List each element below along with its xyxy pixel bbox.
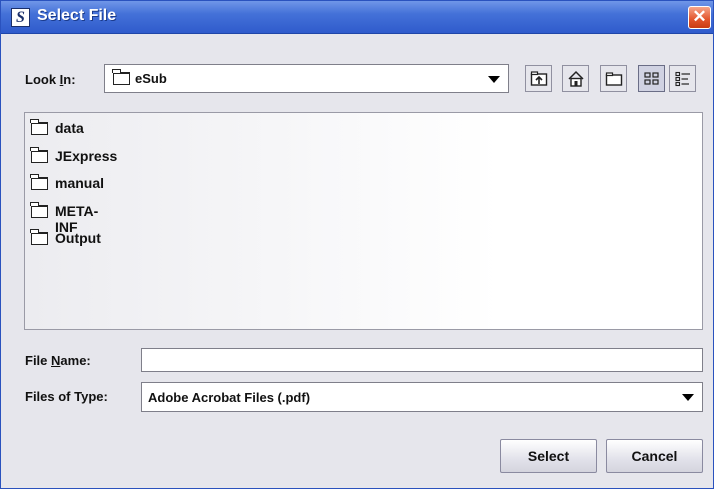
file-name-input[interactable] [141,348,703,372]
list-view-button[interactable] [638,65,665,92]
dialog-title: Select File [37,7,117,24]
cancel-button[interactable]: Cancel [606,439,703,473]
folder-icon [112,69,130,85]
files-of-type-value: Adobe Acrobat Files (.pdf) [148,390,311,405]
look-in-dropdown[interactable]: eSub [104,64,509,93]
close-button[interactable]: ✕ [688,6,711,29]
look-in-value: eSub [135,71,167,86]
up-one-level-button[interactable] [525,65,552,92]
file-name-label: File Name: [25,353,91,368]
folder-icon [30,119,48,135]
new-folder-icon [605,72,623,86]
up-folder-icon [530,71,548,86]
folder-icon [30,174,48,190]
select-file-dialog: S Select File ✕ Look In: eSub data JExpr… [0,0,714,489]
folder-icon [30,147,48,163]
select-button[interactable]: Select [500,439,597,473]
files-of-type-dropdown[interactable]: Adobe Acrobat Files (.pdf) [141,382,703,412]
app-icon: S [11,8,30,27]
file-list[interactable]: data JExpress manual META-INF Output [24,112,703,330]
dropdown-arrow-icon[interactable] [682,394,694,401]
close-icon: ✕ [692,7,707,26]
details-view-button[interactable] [669,65,696,92]
look-in-label: Look In: [25,72,76,87]
details-view-icon [675,71,690,87]
list-view-icon [644,72,659,85]
folder-icon [30,229,48,245]
title-bar[interactable]: S Select File ✕ [1,1,713,34]
home-button[interactable] [562,65,589,92]
home-icon [568,70,584,87]
new-folder-button[interactable] [600,65,627,92]
folder-icon [30,202,48,218]
dropdown-arrow-icon[interactable] [488,75,500,83]
files-of-type-label: Files of Type: [25,389,108,404]
